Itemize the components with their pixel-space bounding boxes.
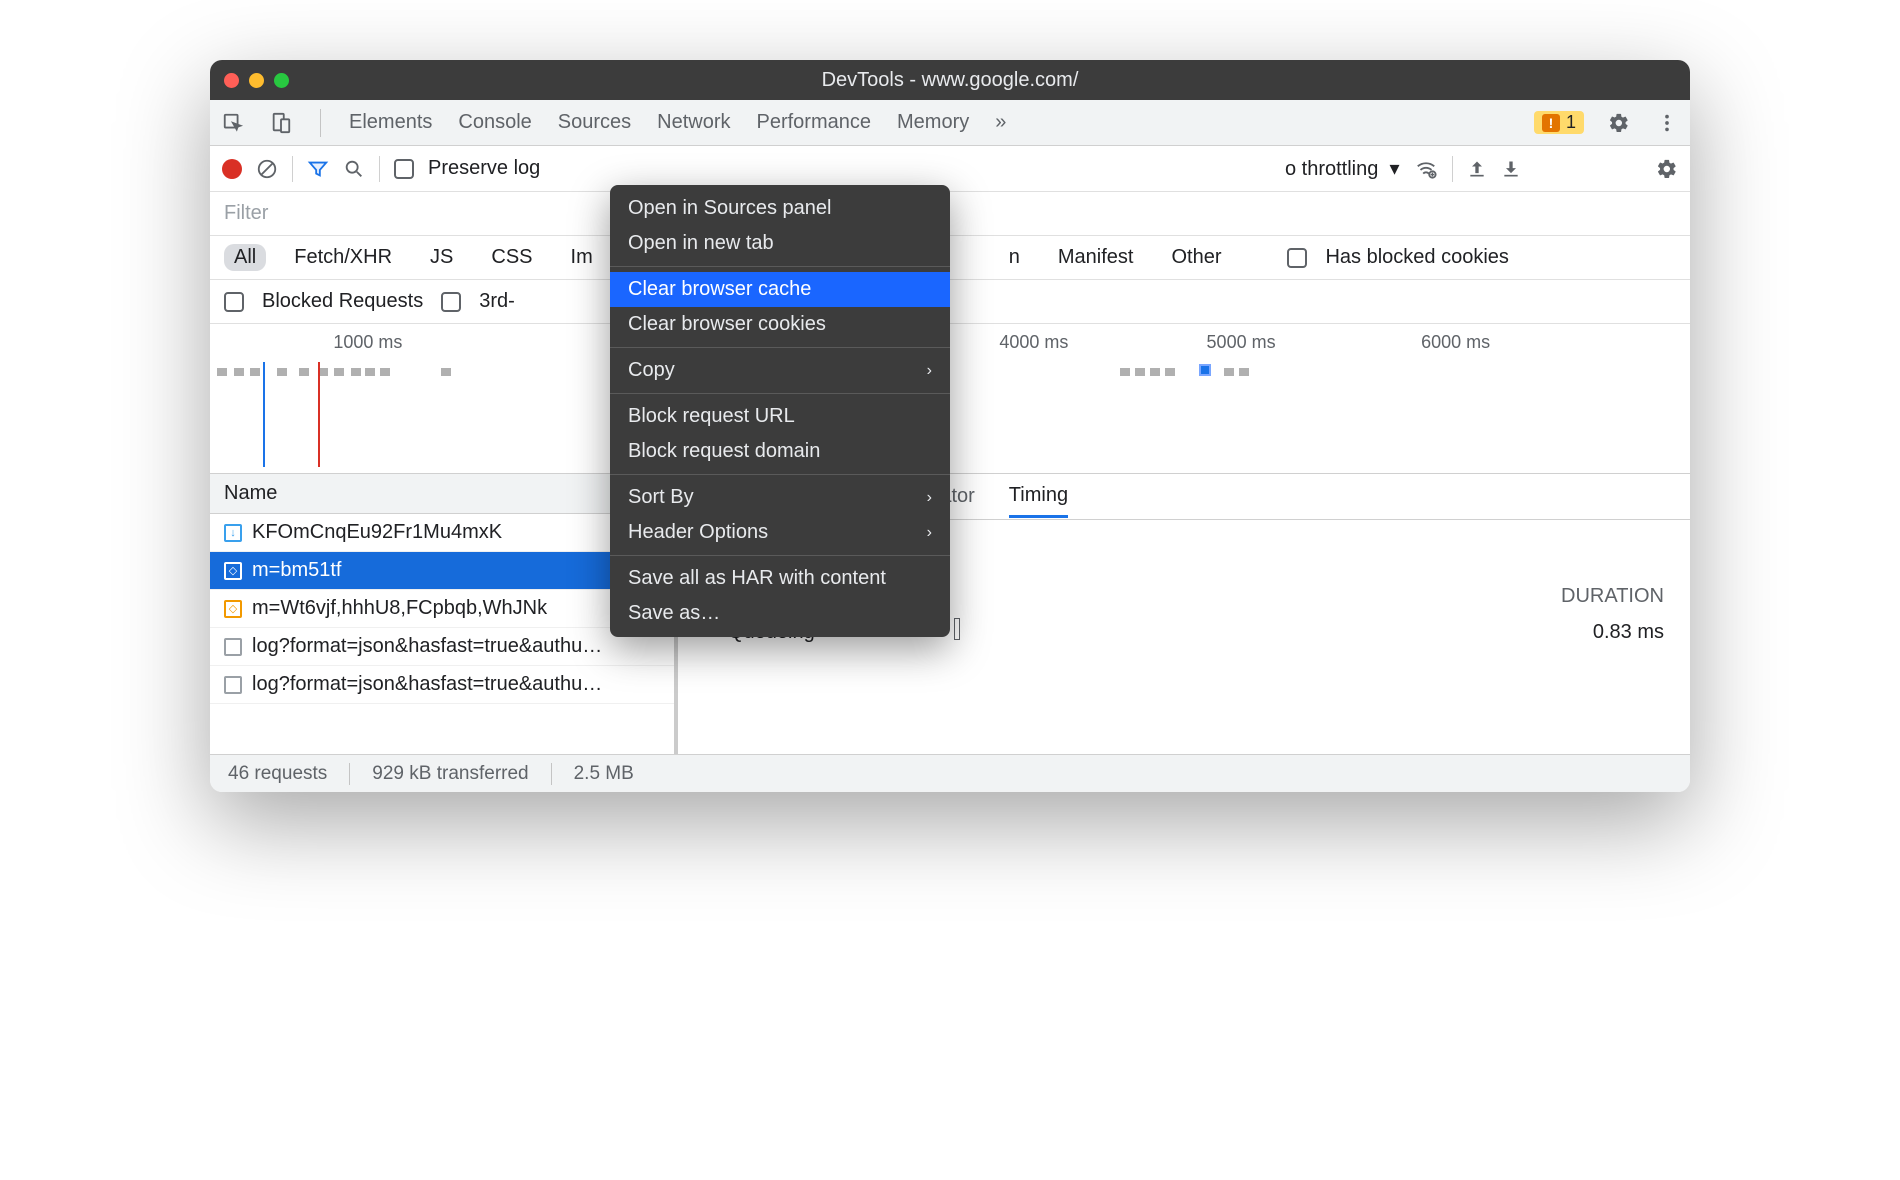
separator-icon [320,109,321,137]
settings-gear-icon[interactable] [1606,110,1632,136]
window-title: DevTools - www.google.com/ [822,69,1079,92]
blocked-requests-checkbox[interactable] [224,292,244,312]
timeline-tick: 6000 ms [1421,332,1490,353]
timeline-tick: 1000 ms [333,332,402,353]
clear-icon[interactable] [256,158,278,180]
context-menu[interactable]: Open in Sources panelOpen in new tab Clea… [610,185,950,637]
menu-divider [610,474,950,475]
filter-type-img[interactable]: Im [561,244,603,271]
throttling-label[interactable]: o throttling ▾ [1285,156,1400,181]
tab-memory[interactable]: Memory [895,103,971,142]
request-row[interactable]: ◇m=bm51tf [210,552,674,590]
menu-item[interactable]: Block request domain [610,434,950,469]
queueing-value: 0.83 ms [1544,621,1664,644]
request-row[interactable]: ◇m=Wt6vjf,hhhU8,FCpbqb,WhJNk [210,590,674,628]
timeline-overview[interactable]: 1000 ms 4000 ms 5000 ms 6000 ms [210,324,1690,474]
filter-icon[interactable] [307,158,329,180]
kebab-menu-icon[interactable] [1654,110,1680,136]
menu-item[interactable]: Clear browser cache [610,272,950,307]
menu-item[interactable]: Copy› [610,353,950,388]
timeline-domcontent-marker [263,362,265,467]
menu-item[interactable]: Header Options› [610,515,950,550]
filter-type-partial-n[interactable]: n [999,244,1030,271]
issues-count: 1 [1566,112,1576,133]
filter-type-js[interactable]: JS [420,244,463,271]
duration-header: DURATION [1561,585,1664,608]
queueing-bar [954,618,960,640]
download-har-icon[interactable] [1501,159,1521,179]
menu-divider [610,393,950,394]
menu-item[interactable]: Open in Sources panel [610,191,950,226]
requests-panel: Name ↓KFOmCnqEu92Fr1Mu4mxK ◇m=bm51tf ◇m=… [210,474,678,754]
traffic-lights [224,73,289,88]
request-row[interactable]: log?format=json&hasfast=true&authu… [210,628,674,666]
menu-divider [610,555,950,556]
menu-divider [610,347,950,348]
tab-elements[interactable]: Elements [347,103,434,142]
network-conditions-icon[interactable] [1414,158,1438,180]
chevron-right-icon: › [927,524,932,542]
filter-input-row: Filter [210,192,1690,236]
tabs-more-icon[interactable]: » [993,103,1008,142]
record-icon[interactable] [222,159,242,179]
chevron-right-icon: › [927,362,932,380]
network-toolbar: Preserve log o throttling ▾ [210,146,1690,192]
minimize-window-icon[interactable] [249,73,264,88]
filter-input[interactable]: Filter [224,202,268,225]
filter-type-other[interactable]: Other [1161,244,1231,271]
blocked-cookies-checkbox[interactable] [1287,248,1307,268]
inspect-icon[interactable] [220,110,246,136]
tab-network[interactable]: Network [655,103,732,142]
timeline-bars [210,368,1690,378]
preserve-log-checkbox[interactable] [394,159,414,179]
warning-icon: ! [1542,114,1560,132]
filter-extra-row: Blocked Requests 3rd- [210,280,1690,324]
timeline-selection-marker[interactable] [1199,364,1211,376]
panel-tabs: Elements Console Sources Network Perform… [210,100,1690,146]
main-split: Name ↓KFOmCnqEu92Fr1Mu4mxK ◇m=bm51tf ◇m=… [210,474,1690,754]
status-resources: 2.5 MB [574,763,634,785]
chevron-right-icon: › [927,489,932,507]
close-window-icon[interactable] [224,73,239,88]
filter-type-css[interactable]: CSS [481,244,542,271]
tab-timing[interactable]: Timing [1009,476,1068,518]
tab-performance[interactable]: Performance [755,103,874,142]
upload-har-icon[interactable] [1467,159,1487,179]
third-party-label: 3rd- [479,290,515,313]
timeline-load-marker [318,362,320,467]
requests-list: ↓KFOmCnqEu92Fr1Mu4mxK ◇m=bm51tf ◇m=Wt6vj… [210,514,674,754]
menu-item[interactable]: Save all as HAR with content [610,561,950,596]
issues-badge[interactable]: ! 1 [1534,111,1584,134]
timeline-tick: 4000 ms [999,332,1068,353]
search-icon[interactable] [343,158,365,180]
third-party-checkbox[interactable] [441,292,461,312]
network-settings-gear-icon[interactable] [1656,158,1678,180]
devtools-window: DevTools - www.google.com/ Elements Cons… [210,60,1690,792]
preserve-log-label: Preserve log [428,157,540,180]
menu-item[interactable]: Block request URL [610,399,950,434]
maximize-window-icon[interactable] [274,73,289,88]
menu-divider [610,266,950,267]
requests-header-name[interactable]: Name [210,474,674,514]
menu-item[interactable]: Clear browser cookies [610,307,950,342]
filter-types-row: All Fetch/XHR JS CSS Im n Manifest Other… [210,236,1690,280]
filter-type-manifest[interactable]: Manifest [1048,244,1144,271]
request-row[interactable]: ↓KFOmCnqEu92Fr1Mu4mxK [210,514,674,552]
status-requests: 46 requests [228,763,327,785]
status-transferred: 929 kB transferred [372,763,528,785]
status-bar: 46 requests 929 kB transferred 2.5 MB [210,754,1690,792]
menu-item[interactable]: Open in new tab [610,226,950,261]
timeline-tick: 5000 ms [1207,332,1276,353]
titlebar: DevTools - www.google.com/ [210,60,1690,100]
blocked-cookies-label: Has blocked cookies [1325,246,1508,269]
tab-console[interactable]: Console [456,103,533,142]
menu-item[interactable]: Sort By› [610,480,950,515]
device-toggle-icon[interactable] [268,110,294,136]
request-row[interactable]: log?format=json&hasfast=true&authu… [210,666,674,704]
blocked-requests-label: Blocked Requests [262,290,423,313]
filter-type-fetch[interactable]: Fetch/XHR [284,244,402,271]
menu-item[interactable]: Save as… [610,596,950,631]
tab-sources[interactable]: Sources [556,103,633,142]
filter-type-all[interactable]: All [224,244,266,271]
